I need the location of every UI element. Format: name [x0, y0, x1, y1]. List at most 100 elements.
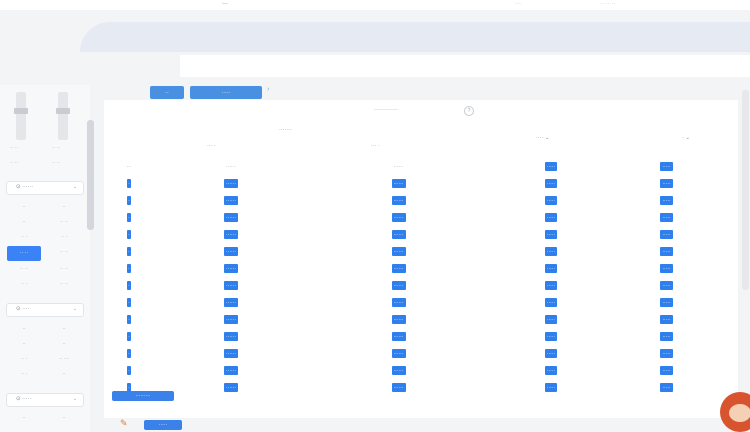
top-item-1[interactable]: — — [222, 1, 228, 7]
tab-2[interactable]: ····· — [190, 86, 262, 99]
table-cell[interactable]: ··· — [112, 158, 146, 175]
right-scrollbar[interactable] — [742, 90, 749, 290]
option-item[interactable]: ·· ·· — [4, 262, 44, 277]
option-item[interactable]: ·· — [44, 337, 84, 352]
table-cell[interactable]: · — [112, 192, 146, 209]
chevron-right-icon[interactable]: › — [267, 86, 269, 93]
top-item-3[interactable]: ·· ·· ·· — [600, 1, 615, 7]
table-cell[interactable]: ····· — [481, 260, 621, 277]
table-cell[interactable]: ······ — [146, 209, 316, 226]
table-cell[interactable]: ······ — [316, 175, 481, 192]
table-cell[interactable]: ······ — [316, 277, 481, 294]
table-cell[interactable]: ····· — [621, 192, 712, 209]
table-cell[interactable]: ······ — [146, 260, 316, 277]
option-item[interactable]: ·· ·· — [7, 246, 41, 261]
option-item[interactable]: ·· — [44, 411, 84, 426]
table-cell[interactable]: ····· — [481, 328, 621, 345]
help-icon[interactable]: ? — [464, 106, 474, 116]
table-cell[interactable]: ····· — [481, 379, 621, 396]
option-item[interactable]: ·· — [4, 200, 44, 215]
table-cell[interactable]: · — [112, 209, 146, 226]
table-cell[interactable]: ····· — [621, 362, 712, 379]
table-cell[interactable]: ······ — [146, 226, 316, 243]
table-cell[interactable]: ······ — [146, 175, 316, 192]
table-cell[interactable]: ······ — [316, 379, 481, 396]
dropdown-3[interactable]: ⊙ ····· ⌄ — [6, 393, 84, 407]
table-cell[interactable]: ······ — [316, 260, 481, 277]
table-cell[interactable]: ····· — [481, 226, 621, 243]
option-item[interactable]: ·· ·· — [44, 262, 84, 277]
table-cell[interactable]: ····· — [481, 158, 621, 175]
table-cell[interactable]: ····· — [481, 277, 621, 294]
table-cell[interactable]: · — [112, 294, 146, 311]
table-cell[interactable]: ····· — [621, 243, 712, 260]
table-cell[interactable]: ····· — [481, 175, 621, 192]
dropdown-2[interactable]: ⊙ ···· ⌄ — [6, 303, 84, 317]
table-cell[interactable]: ····· — [621, 379, 712, 396]
table-cell[interactable]: · — [112, 226, 146, 243]
table-cell[interactable]: ····· — [621, 209, 712, 226]
table-cell[interactable]: ······ — [316, 226, 481, 243]
option-item[interactable]: ·· · — [4, 277, 44, 292]
action-pill[interactable]: ········· — [112, 391, 174, 401]
option-item[interactable]: ·· · — [4, 352, 44, 367]
table-cell[interactable]: ······ — [146, 311, 316, 328]
edit-icon[interactable]: ✎ — [120, 418, 128, 429]
table-cell[interactable]: ······ — [316, 209, 481, 226]
table-cell[interactable]: ······ — [316, 328, 481, 345]
fader-1[interactable] — [14, 92, 28, 140]
table-cell[interactable]: · — [112, 260, 146, 277]
table-cell[interactable]: ····· — [621, 175, 712, 192]
option-item[interactable]: ·· — [4, 215, 44, 230]
table-cell[interactable]: ······ — [146, 243, 316, 260]
table-cell[interactable]: · — [112, 362, 146, 379]
table-cell[interactable]: ······ — [146, 277, 316, 294]
table-cell[interactable]: ····· — [621, 328, 712, 345]
table-cell[interactable]: ······ — [316, 362, 481, 379]
avatar[interactable] — [720, 392, 750, 432]
action-pill-2[interactable]: ····· — [144, 420, 182, 430]
option-item[interactable]: ·· — [44, 367, 84, 382]
option-item[interactable]: ·· · — [4, 230, 44, 245]
table-cell[interactable]: ······ — [316, 294, 481, 311]
option-item[interactable]: ·· ··· — [44, 352, 84, 367]
table-cell[interactable]: ····· — [621, 226, 712, 243]
table-cell[interactable]: ······ — [316, 311, 481, 328]
table-cell[interactable]: ····· — [621, 277, 712, 294]
table-cell[interactable]: ····· — [481, 345, 621, 362]
left-scrollbar[interactable] — [87, 120, 94, 230]
column-header[interactable]: · ⌄ — [682, 135, 690, 141]
table-cell[interactable]: ······ — [316, 158, 481, 175]
column-header[interactable]: ···· ⌄ — [536, 135, 549, 141]
table-cell[interactable]: ······ — [146, 345, 316, 362]
column-header[interactable]: ··· · — [371, 143, 380, 149]
table-cell[interactable]: · — [112, 175, 146, 192]
option-item[interactable]: ·· — [44, 322, 84, 337]
table-cell[interactable]: ····· — [621, 311, 712, 328]
table-cell[interactable]: ······ — [316, 243, 481, 260]
table-cell[interactable]: ······ — [316, 192, 481, 209]
table-cell[interactable]: ····· — [481, 209, 621, 226]
table-cell[interactable]: ······ — [146, 192, 316, 209]
table-cell[interactable]: ····· — [621, 158, 712, 175]
table-cell[interactable]: ····· — [481, 311, 621, 328]
table-cell[interactable]: · — [112, 277, 146, 294]
table-cell[interactable]: ······ — [146, 294, 316, 311]
option-item[interactable]: ·· — [4, 322, 44, 337]
option-item[interactable]: ·· · — [44, 230, 84, 245]
option-item[interactable]: ·· ·· — [44, 245, 84, 260]
table-cell[interactable]: ····· — [621, 294, 712, 311]
option-item[interactable]: ·· ·· — [44, 215, 84, 230]
table-cell[interactable]: ······ — [146, 328, 316, 345]
table-cell[interactable]: · — [112, 328, 146, 345]
table-cell[interactable]: ····· — [481, 362, 621, 379]
dropdown-1[interactable]: ⊙ ······ ⌄ — [6, 181, 84, 195]
table-cell[interactable]: ······ — [146, 158, 316, 175]
option-item[interactable]: ·· ·· — [44, 277, 84, 292]
table-cell[interactable]: · — [112, 345, 146, 362]
table-cell[interactable]: ····· — [621, 345, 712, 362]
option-item[interactable]: ·· — [4, 411, 44, 426]
table-cell[interactable]: ····· — [481, 192, 621, 209]
option-item[interactable]: ·· · — [4, 367, 44, 382]
top-item-2[interactable]: ··· — [515, 1, 521, 7]
